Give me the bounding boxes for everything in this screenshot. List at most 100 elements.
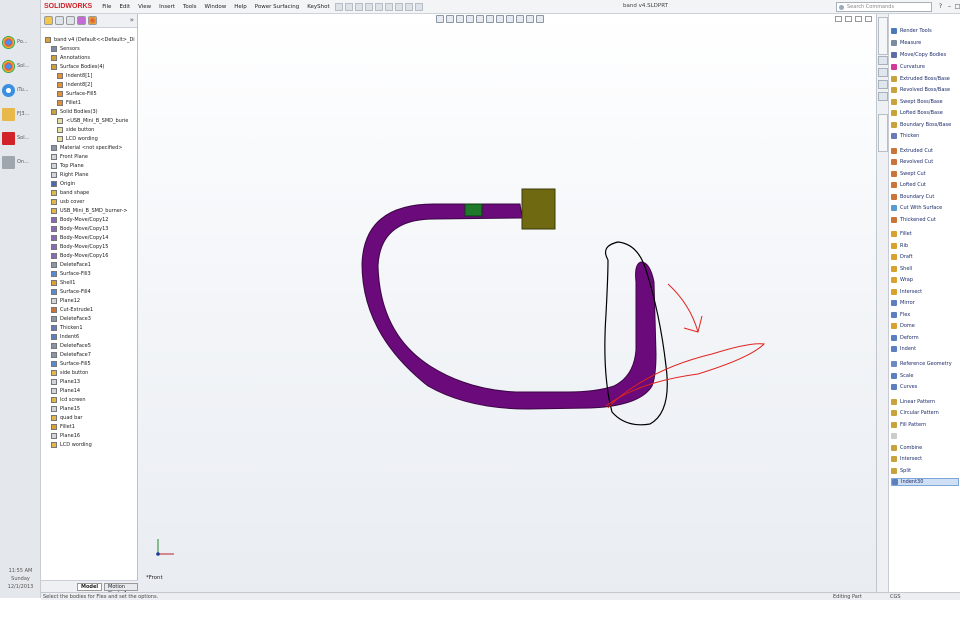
app-logo[interactable]: SOLIDWORKS — [41, 3, 98, 10]
command-loft-button[interactable]: Lofted Boss/Base — [891, 109, 959, 117]
command-boundary-button[interactable]: Boundary Boss/Base — [891, 121, 959, 129]
taskbar-item[interactable]: iTu... — [2, 80, 39, 100]
tree-item[interactable]: band shape — [43, 188, 137, 197]
command-measure-button[interactable]: Measure — [891, 39, 959, 47]
command-thicken-button[interactable]: Thicken — [891, 132, 959, 140]
tree-item[interactable]: Surface-Fill4 — [43, 287, 137, 296]
part-model-view[interactable] — [138, 14, 876, 592]
select-button[interactable] — [384, 2, 393, 11]
tree-item[interactable]: Right Plane — [43, 170, 137, 179]
maximize-icon[interactable]: □ — [953, 3, 960, 11]
menu-window[interactable]: Window — [201, 4, 231, 10]
command-swept-cut-button[interactable]: Swept Cut — [891, 170, 959, 178]
command-indent-button[interactable]: Indent30 — [891, 478, 959, 486]
tree-item[interactable]: LCD wording — [43, 440, 137, 449]
command-cut-surface-button[interactable]: Cut With Surface — [891, 204, 959, 212]
band-body[interactable] — [361, 203, 657, 410]
tree-item[interactable]: Front Plane — [43, 152, 137, 161]
help-icon[interactable]: ? — [936, 3, 945, 11]
command-curvature-button[interactable]: Curvature — [891, 63, 959, 71]
tree-item[interactable]: Body-Move/Copy16 — [43, 251, 137, 260]
tree-item[interactable]: Surface-Fill3 — [43, 269, 137, 278]
tree-item[interactable]: DeleteFace7 — [43, 350, 137, 359]
command-boundary-cut-button[interactable]: Boundary Cut — [891, 193, 959, 201]
command-fillet-button[interactable]: Fillet — [891, 230, 959, 238]
tree-item[interactable]: lcd screen — [43, 395, 137, 404]
taskbar-item[interactable]: Po... — [2, 32, 39, 52]
taskbar-item[interactable]: On... — [2, 152, 39, 172]
command-split-button[interactable]: Split — [891, 467, 959, 475]
command-mirror-button[interactable]: Mirror — [891, 299, 959, 307]
tree-item[interactable]: Thicken1 — [43, 323, 137, 332]
command-move-copy-button[interactable]: Move/Copy Bodies — [891, 51, 959, 59]
command-flex-button[interactable]: Flex — [891, 311, 959, 319]
command-revolve-button[interactable]: Revolved Boss/Base — [891, 86, 959, 94]
command-circular-pattern-button[interactable]: Circular Pattern — [891, 409, 959, 417]
display-manager-tab[interactable] — [88, 16, 97, 25]
tree-item[interactable]: quad bar — [43, 413, 137, 422]
tree-item[interactable]: Shell1 — [43, 278, 137, 287]
undo-button[interactable] — [374, 2, 383, 11]
command-extrude-button[interactable]: Extruded Boss/Base — [891, 75, 959, 83]
menu-insert[interactable]: Insert — [155, 4, 179, 10]
tree-item[interactable]: Annotations — [43, 53, 137, 62]
evaluate-tab[interactable] — [878, 114, 888, 152]
tree-item[interactable]: Plane12 — [43, 296, 137, 305]
tree-item[interactable]: usb cover — [43, 197, 137, 206]
tree-item[interactable]: Solid Bodies(3) — [43, 107, 137, 116]
tree-item[interactable]: Plane14 — [43, 386, 137, 395]
tree-filter[interactable] — [41, 28, 137, 35]
view-palette-icon[interactable] — [878, 80, 888, 89]
command-thickened-cut-button[interactable]: Thickened Cut — [891, 216, 959, 224]
tree-item[interactable]: USB_Mini_B_SMD_burner-> — [43, 206, 137, 215]
tree-item[interactable]: Cut-Extrude1 — [43, 305, 137, 314]
features-tab[interactable] — [878, 17, 888, 55]
tree-item[interactable]: Origin — [43, 179, 137, 188]
menu-file[interactable]: File — [98, 4, 115, 10]
command-sweep-button[interactable]: Swept Boss/Base — [891, 98, 959, 106]
motion-study-tab[interactable]: Motion Study 1 — [104, 583, 138, 597]
command-intersect-button[interactable]: Intersect — [891, 288, 959, 296]
command-lofted-cut-button[interactable]: Lofted Cut — [891, 181, 959, 189]
command-rib-button[interactable]: Rib — [891, 242, 959, 250]
tree-item[interactable]: side button — [43, 368, 137, 377]
tree-item[interactable]: Fillet1 — [43, 422, 137, 431]
tree-item[interactable]: band v4 (Default<<Default>_Di — [43, 35, 137, 44]
expand-panel-icon[interactable]: » — [130, 16, 134, 25]
menu-keyshot[interactable]: KeyShot — [303, 4, 333, 10]
command-wrap-button[interactable]: Wrap — [891, 276, 959, 284]
tree-item[interactable]: DeleteFace3 — [43, 314, 137, 323]
system-clock[interactable]: 11:55 AM Sunday 12/1/2013 — [0, 567, 41, 591]
feature-tree-tab[interactable] — [44, 16, 53, 25]
tree-item[interactable]: Body-Move/Copy12 — [43, 215, 137, 224]
tree-item[interactable]: Top Plane — [43, 161, 137, 170]
menu-view[interactable]: View — [134, 4, 155, 10]
command-linear-pattern-button[interactable]: Linear Pattern — [891, 398, 959, 406]
taskbar-item[interactable]: Sol... — [2, 128, 39, 148]
menu-help[interactable]: Help — [230, 4, 251, 10]
taskbar-item[interactable]: FJ3... — [2, 104, 39, 124]
tree-item[interactable]: Indent8[2] — [43, 80, 137, 89]
menu-power-surfacing[interactable]: Power Surfacing — [251, 4, 303, 10]
tree-item[interactable]: <USB_Mini_B_SMD_burie — [43, 116, 137, 125]
command-deform-button[interactable]: Deform — [891, 334, 959, 342]
usb-cover[interactable] — [521, 188, 556, 230]
command-combine-button[interactable]: Combine — [891, 444, 959, 452]
print-button[interactable] — [364, 2, 373, 11]
tree-item[interactable]: Indent8[1] — [43, 71, 137, 80]
tree-item[interactable]: DeleteFace1 — [43, 260, 137, 269]
tree-item[interactable]: Material <not specified> — [43, 143, 137, 152]
search-commands-input[interactable]: Search Commands — [836, 2, 932, 12]
tree-item[interactable]: Body-Move/Copy15 — [43, 242, 137, 251]
command-revolved-cut-button[interactable]: Revolved Cut — [891, 158, 959, 166]
tree-item[interactable]: Fillet1 — [43, 98, 137, 107]
command-draft-button[interactable]: Draft — [891, 253, 959, 261]
tree-item[interactable]: Surface-Fill5 — [43, 359, 137, 368]
open-button[interactable] — [344, 2, 353, 11]
tree-item[interactable]: Plane13 — [43, 377, 137, 386]
graphics-area[interactable]: *Front — [138, 14, 876, 592]
side-button[interactable] — [464, 203, 483, 217]
tree-item[interactable]: Body-Move/Copy13 — [43, 224, 137, 233]
tree-item[interactable]: DeleteFace5 — [43, 341, 137, 350]
command-shell-button[interactable]: Shell — [891, 265, 959, 273]
